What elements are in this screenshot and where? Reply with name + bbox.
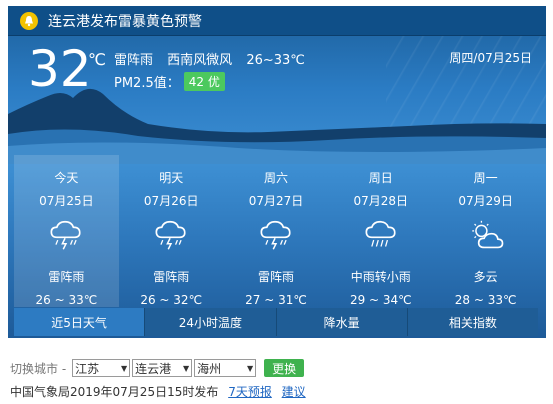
- thunderstorm-icon: [155, 220, 186, 250]
- suggestion-link[interactable]: 建议: [282, 385, 306, 399]
- tab-precipitation[interactable]: 降水量: [275, 308, 407, 336]
- day-condition: 雷阵雨: [257, 270, 294, 284]
- city-select[interactable]: 连云港 ▼: [132, 359, 193, 377]
- day-condition: 雷阵雨: [48, 270, 85, 284]
- day-name: 周六: [263, 171, 288, 185]
- day-date: 07月29日: [458, 194, 513, 208]
- forecast-day: 周一 07月29日 多云 28 ~ 33℃: [433, 155, 538, 307]
- footer: 中国气象局2019年07月25日15时发布 7天预报 建议: [10, 383, 306, 400]
- city-switcher: 切换城市 - 江苏 ▼ 连云港 ▼ 海州 ▼ 更换: [10, 358, 305, 378]
- current-condition-line: 雷阵雨 西南风微风 26~33℃: [114, 49, 315, 68]
- tab-related-indices[interactable]: 相关指数: [406, 308, 538, 336]
- current-wind: 西南风微风: [167, 53, 233, 68]
- city-value: 连云港: [135, 361, 172, 376]
- forecast-day: 周六 07月27日 雷阵雨 27 ~ 31℃: [224, 155, 329, 307]
- current-date: 周四/07月25日: [449, 51, 532, 65]
- forecast-day: 今天 07月25日 雷阵雨 26 ~ 33℃: [14, 155, 119, 307]
- tab-24h-temperature[interactable]: 24小时温度: [144, 308, 276, 336]
- rain-icon: [365, 220, 396, 247]
- day-temperature-range: 27 ~ 31℃: [245, 293, 307, 307]
- chevron-down-icon: ▼: [247, 363, 254, 373]
- day-name: 周一: [473, 171, 498, 185]
- tab-5-day-weather[interactable]: 近5日天气: [14, 308, 145, 336]
- mountain-landscape: [8, 88, 546, 164]
- forecast-day: 明天 07月26日 雷阵雨 26 ~ 32℃: [119, 155, 224, 307]
- forecast-tabs: 近5日天气 24小时温度 降水量 相关指数: [14, 308, 538, 336]
- alert-bar[interactable]: 连云港发布雷暴黄色预警: [8, 6, 546, 36]
- province-select[interactable]: 江苏 ▼: [72, 359, 131, 377]
- alert-text[interactable]: 连云港发布雷暴黄色预警: [48, 11, 202, 31]
- day-condition: 雷阵雨: [153, 270, 190, 284]
- district-value: 海州: [197, 361, 222, 376]
- thunderstorm-icon: [260, 220, 291, 250]
- publish-info: 中国气象局2019年07月25日15时发布: [10, 385, 219, 399]
- day-name: 今天: [54, 171, 79, 185]
- district-select[interactable]: 海州 ▼: [194, 359, 257, 377]
- day-date: 07月27日: [248, 194, 304, 208]
- day-name: 明天: [159, 171, 184, 185]
- switcher-label: 切换城市 -: [10, 361, 67, 376]
- day-date: 07月28日: [353, 194, 409, 208]
- partly-cloudy-icon: [471, 220, 503, 249]
- current-condition: 雷阵雨: [114, 53, 154, 68]
- day-temperature-range: 28 ~ 33℃: [454, 293, 517, 307]
- 7-day-forecast-link[interactable]: 7天预报: [228, 385, 272, 399]
- weather-widget: 连云港发布雷暴黄色预警 32 ℃ 雷阵雨 西南风微风 26~33℃ PM2.5值…: [8, 6, 546, 338]
- day-name: 周日: [368, 171, 393, 185]
- temperature-unit: ℃: [88, 50, 106, 69]
- day-temperature-range: 29 ~ 34℃: [349, 293, 412, 307]
- current-range: 26~33℃: [246, 53, 305, 68]
- chevron-down-icon: ▼: [121, 363, 128, 373]
- forecast-day: 周日 07月28日 中雨转小雨 29 ~ 34℃: [328, 155, 433, 307]
- day-temperature-range: 26 ~ 33℃: [35, 293, 98, 307]
- change-city-button[interactable]: 更换: [264, 359, 305, 377]
- day-date: 07月25日: [39, 194, 94, 208]
- bell-icon: [20, 11, 38, 30]
- forecast-panel: 今天 07月25日 雷阵雨 26 ~ 33℃ 明天 07月26日 雷阵雨 26 …: [14, 155, 538, 307]
- day-temperature-range: 26 ~ 32℃: [140, 293, 203, 307]
- day-condition: 中雨转小雨: [350, 270, 411, 284]
- chevron-down-icon: ▼: [183, 363, 190, 373]
- day-date: 07月26日: [143, 194, 199, 208]
- thunderstorm-icon: [50, 220, 81, 250]
- day-condition: 多云: [473, 270, 498, 284]
- province-value: 江苏: [75, 361, 100, 376]
